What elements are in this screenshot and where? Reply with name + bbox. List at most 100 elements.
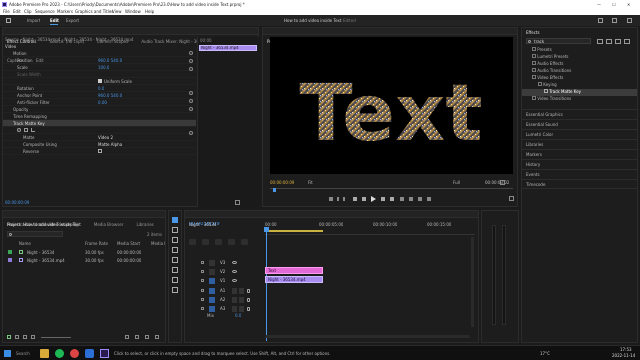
mini-timeline-clip[interactable]: Night - 36534.mp4 <box>199 45 257 51</box>
prop-row[interactable]: Composite Using Matte Alpha <box>3 141 196 148</box>
selection-tool-icon[interactable] <box>172 217 178 223</box>
source-patch-v3[interactable] <box>209 260 215 266</box>
close-button[interactable]: ✕ <box>627 2 635 7</box>
section-lumetri-color[interactable]: Lumetri Color <box>522 129 637 139</box>
timeline-ruler[interactable]: 00:00 00:00:05:00 00:00:10:00 00:00:15:0… <box>265 221 475 235</box>
fit-dropdown[interactable]: Fit <box>308 180 313 185</box>
timeline-settings-icon[interactable] <box>241 239 249 245</box>
track-label-v2[interactable]: V2 <box>220 269 225 274</box>
reset-icon[interactable] <box>189 131 193 135</box>
clock-date[interactable]: 2022-11-14 <box>612 353 635 358</box>
tab-import[interactable]: Import <box>27 18 40 23</box>
hand-tool-icon[interactable] <box>172 277 178 283</box>
step-back-icon[interactable] <box>362 197 366 201</box>
icon-view-icon[interactable] <box>23 335 27 339</box>
mix-value[interactable]: 0.0 <box>235 313 241 318</box>
prop-value[interactable]: 0.0 <box>98 86 104 91</box>
marker-icon[interactable] <box>329 197 333 201</box>
timeline-scrollbar[interactable] <box>471 237 474 327</box>
source-patch-v1[interactable] <box>209 278 215 284</box>
prop-value[interactable]: 100.0 <box>98 65 109 70</box>
prop-row[interactable]: Uniform Scale <box>3 78 196 85</box>
section-markers[interactable]: Markers <box>522 149 637 159</box>
source-patch-v2[interactable] <box>209 269 215 275</box>
eye-icon[interactable] <box>232 279 237 282</box>
lock-icon[interactable] <box>201 307 204 310</box>
mute-button[interactable] <box>232 288 237 294</box>
menu-view[interactable]: View <box>112 9 122 14</box>
snap-icon[interactable] <box>202 239 210 245</box>
reset-icon[interactable] <box>189 99 193 103</box>
timeline-horizontal-scrollbar[interactable] <box>265 335 470 338</box>
prop-row[interactable]: Motion <box>3 50 196 57</box>
uniform-scale-checkbox[interactable] <box>98 79 102 83</box>
fullscreen-icon[interactable] <box>612 18 617 23</box>
column-media-start[interactable]: Media Start <box>117 241 140 246</box>
prop-value[interactable]: 960.0 540.0 <box>98 58 122 63</box>
32bit-effects-icon[interactable] <box>606 39 612 44</box>
prop-value[interactable]: 0.00 <box>98 100 107 105</box>
menu-graphics[interactable]: Graphics and Titles <box>75 9 113 14</box>
prop-row[interactable]: Scale 100.0 <box>3 64 196 71</box>
reset-icon[interactable] <box>189 51 193 55</box>
microphone-icon[interactable] <box>247 289 250 293</box>
timeline-timecode[interactable]: 00:00:00:09 <box>189 222 220 227</box>
table-row[interactable]: Night - 36534 30.00 fps 00:00:00:00 <box>5 249 165 256</box>
tab-edit[interactable]: Edit <box>50 18 59 23</box>
section-essential-sound[interactable]: Essential Sound <box>522 119 637 129</box>
prop-row[interactable]: Scale Width <box>3 71 196 78</box>
effects-tree-item[interactable]: Audio Effects <box>522 61 637 68</box>
zoom-slider[interactable] <box>41 337 71 338</box>
share-icon[interactable] <box>627 18 632 23</box>
file-explorer-icon[interactable] <box>40 349 49 358</box>
home-icon[interactable] <box>6 18 11 23</box>
effects-tree-item-selected[interactable]: Track Matte Key <box>522 89 637 96</box>
overwrite-icon[interactable] <box>409 197 413 201</box>
timeline-clip-text[interactable]: Text <box>265 267 323 274</box>
section-history[interactable]: History <box>522 159 637 169</box>
menu-markers[interactable]: Markers <box>57 9 73 14</box>
effects-tree-item[interactable]: Presets <box>522 47 637 54</box>
section-essential-graphics[interactable]: Essential Graphics <box>522 109 637 119</box>
windows-start-icon[interactable] <box>4 350 11 357</box>
spotify-icon[interactable] <box>55 349 64 358</box>
prop-row[interactable]: Position 960.0 540.0 <box>3 57 196 64</box>
effects-tree-item[interactable]: Keying <box>522 82 637 89</box>
program-scrubber[interactable] <box>270 188 513 192</box>
section-events[interactable]: Events <box>522 169 637 179</box>
eye-icon[interactable] <box>232 261 237 264</box>
trash-icon[interactable] <box>155 335 159 339</box>
find-icon[interactable] <box>135 335 139 339</box>
mark-in-icon[interactable] <box>337 197 339 201</box>
prop-row[interactable]: Opacity <box>3 106 196 113</box>
minimize-button[interactable]: — <box>597 2 605 7</box>
add-marker-icon[interactable] <box>228 239 236 245</box>
pen-tool-icon[interactable] <box>172 267 178 273</box>
lock-icon[interactable] <box>201 289 204 292</box>
table-row[interactable]: Night - 36534.mp4 30.00 fps 00:00:00:00 <box>5 257 165 264</box>
effects-tree-item[interactable]: Lumetri Presets <box>522 54 637 61</box>
menu-file[interactable]: File <box>3 9 10 14</box>
source-patch-a2[interactable] <box>209 297 215 303</box>
go-to-out-icon[interactable] <box>390 197 394 201</box>
menu-window[interactable]: Window <box>125 9 141 14</box>
reset-icon[interactable] <box>189 91 193 95</box>
track-label-v1[interactable]: V1 <box>220 278 225 283</box>
menu-sequence[interactable]: Sequence <box>35 9 55 14</box>
menu-clip[interactable]: Clip <box>24 9 32 14</box>
new-bin-icon[interactable] <box>145 335 149 339</box>
premiere-taskbar-icon[interactable] <box>100 349 109 358</box>
write-lock-icon[interactable] <box>7 335 11 339</box>
lock-icon[interactable] <box>201 279 204 282</box>
mark-out-icon[interactable] <box>343 197 345 201</box>
solo-button[interactable] <box>239 288 244 294</box>
accelerated-effects-icon[interactable] <box>597 39 603 44</box>
track-label-a2[interactable]: A2 <box>220 297 225 302</box>
column-media-end[interactable]: Media E <box>151 241 165 246</box>
project-search-field[interactable] <box>7 231 63 237</box>
section-timecode[interactable]: Timecode <box>522 179 637 189</box>
reverse-checkbox[interactable] <box>98 149 102 153</box>
track-select-tool-icon[interactable] <box>172 227 178 233</box>
lock-icon[interactable] <box>201 298 204 301</box>
mute-button[interactable] <box>232 297 237 303</box>
